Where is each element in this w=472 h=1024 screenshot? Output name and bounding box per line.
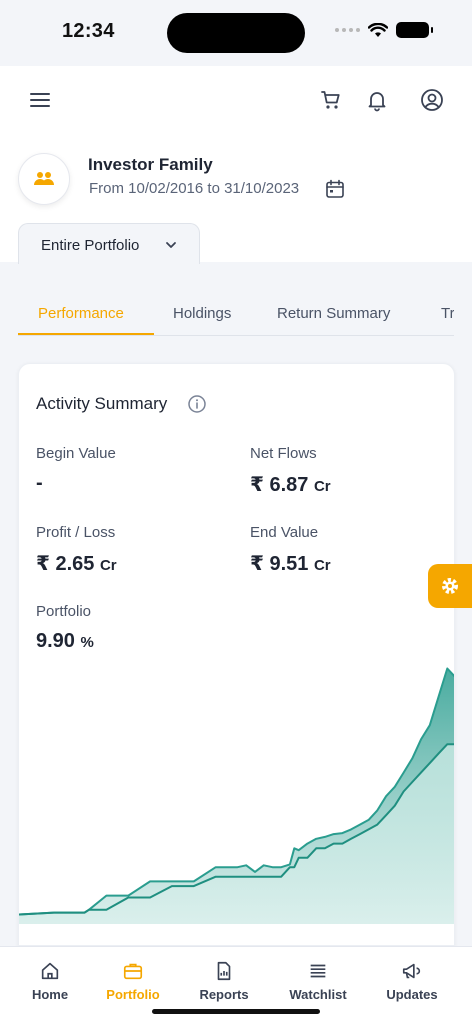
section-tabs: Performance Holdings Return Summary Tr	[18, 296, 454, 336]
tab-performance[interactable]: Performance	[38, 305, 124, 322]
net-flows-value: ₹ 6.87	[250, 474, 309, 496]
settings-button[interactable]	[428, 564, 472, 608]
status-time: 12:34	[62, 20, 115, 42]
tab-return-summary[interactable]: Return Summary	[277, 305, 390, 322]
chevron-down-icon	[166, 242, 176, 248]
nav-watchlist-label: Watchlist	[289, 987, 347, 1002]
report-icon	[217, 961, 231, 981]
end-value-group: ₹ 9.51 Cr	[250, 551, 331, 576]
briefcase-icon	[123, 963, 143, 980]
active-tab-indicator	[18, 333, 154, 335]
info-icon[interactable]	[187, 394, 207, 414]
nav-portfolio[interactable]: Portfolio	[93, 959, 173, 1002]
nav-watchlist[interactable]: Watchlist	[278, 959, 358, 1002]
megaphone-icon	[402, 963, 421, 979]
dynamic-island	[167, 13, 305, 53]
performance-chart	[19, 667, 454, 924]
portfolio-return-label: Portfolio	[36, 603, 92, 620]
home-icon	[41, 962, 59, 980]
wifi-icon	[368, 22, 388, 37]
net-flows-value-group: ₹ 6.87 Cr	[250, 472, 331, 497]
end-value: ₹ 9.51	[250, 553, 309, 575]
family-name: Investor Family	[88, 155, 213, 174]
nav-home-label: Home	[31, 987, 69, 1002]
net-flows-unit: Cr	[313, 478, 331, 495]
activity-summary-card: Activity Summary Begin Value - Net Flows…	[18, 363, 455, 946]
tab-holdings[interactable]: Holdings	[173, 305, 231, 322]
end-value-label: End Value	[250, 524, 319, 541]
portfolio-selector[interactable]: Entire Portfolio	[18, 223, 200, 264]
status-bar: 12:34	[0, 0, 472, 66]
net-flows-label: Net Flows	[250, 445, 317, 462]
nav-reports[interactable]: Reports	[184, 959, 264, 1002]
status-icons	[335, 22, 433, 38]
menu-icon[interactable]	[28, 88, 52, 112]
profit-loss-label: Profit / Loss	[36, 524, 116, 541]
home-indicator	[152, 1009, 320, 1014]
date-range: From 10/02/2016 to 31/10/2023	[89, 180, 300, 197]
tab-transactions[interactable]: Tr	[441, 305, 454, 322]
profit-loss-value: ₹ 2.65	[36, 553, 95, 575]
portfolio-selector-label: Entire Portfolio	[41, 237, 140, 254]
profit-loss-unit: Cr	[99, 557, 117, 574]
nav-updates-label: Updates	[386, 987, 438, 1002]
list-icon	[310, 964, 326, 978]
calendar-icon[interactable]	[325, 179, 345, 199]
profit-loss-value-group: ₹ 2.65 Cr	[36, 551, 117, 576]
user-icon[interactable]	[420, 88, 444, 112]
battery-icon	[396, 22, 433, 38]
nav-reports-label: Reports	[199, 987, 249, 1002]
begin-value: -	[36, 472, 43, 494]
family-icon	[34, 172, 54, 185]
cart-icon[interactable]	[319, 88, 343, 112]
bell-icon[interactable]	[365, 88, 389, 112]
series-1-area	[19, 744, 454, 924]
card-title: Activity Summary	[36, 394, 168, 413]
nav-updates[interactable]: Updates	[372, 959, 452, 1002]
end-value-unit: Cr	[313, 557, 331, 574]
nav-portfolio-label: Portfolio	[106, 987, 160, 1002]
gear-icon	[442, 578, 458, 594]
family-avatar	[18, 153, 70, 205]
begin-value-label: Begin Value	[36, 445, 116, 462]
nav-home[interactable]: Home	[10, 959, 90, 1002]
signal-icon	[335, 28, 360, 32]
